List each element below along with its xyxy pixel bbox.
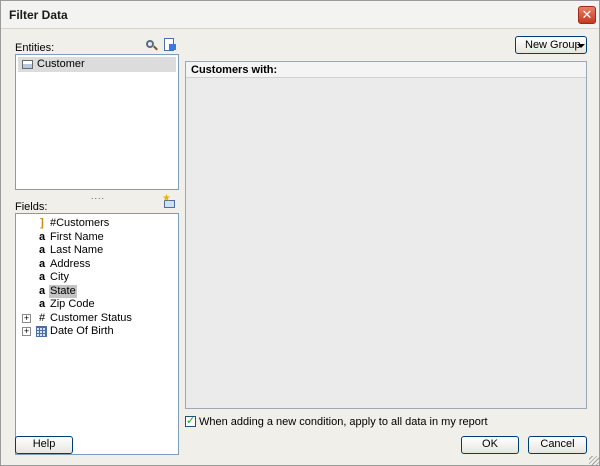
date-field-icon: [36, 326, 47, 337]
table-icon: [22, 60, 33, 69]
fields-tree[interactable]: ] #Customers a First Name a Last Name a …: [15, 213, 179, 455]
expand-icon[interactable]: +: [22, 313, 31, 323]
tree-item-city[interactable]: a City: [16, 271, 176, 284]
resize-grip-icon[interactable]: [589, 456, 599, 466]
tree-item-customer-status[interactable]: + # Customer Status: [16, 312, 176, 325]
filter-data-dialog: Filter Data ✕ Entities: Customer .... Fi…: [0, 0, 600, 466]
text-field-icon: a: [38, 284, 46, 297]
tree-item-address[interactable]: a Address: [16, 258, 176, 271]
tree-item-label: Last Name: [50, 244, 104, 256]
tree-item-label: Zip Code: [50, 298, 95, 310]
tree-item-first-name[interactable]: a First Name: [16, 231, 176, 244]
add-field-icon[interactable]: ★: [162, 193, 176, 210]
search-icon[interactable]: [145, 39, 159, 53]
new-group-button[interactable]: New Group: [515, 36, 587, 54]
tree-item-zip-code[interactable]: a Zip Code: [16, 298, 176, 311]
text-field-icon: a: [38, 298, 46, 310]
apply-all-checkbox[interactable]: ✓: [185, 415, 196, 427]
text-field-icon: a: [38, 244, 46, 256]
list-item-customer[interactable]: Customer: [18, 57, 176, 72]
conditions-header: Customers with:: [186, 62, 586, 78]
conditions-panel[interactable]: Customers with:: [185, 61, 587, 409]
tree-item-customers-count[interactable]: ] #Customers: [16, 217, 176, 230]
number-field-icon: #: [38, 311, 46, 324]
entities-label: Entities:: [15, 42, 55, 54]
tree-item-label: Address: [50, 257, 91, 270]
tree-item-label: #Customers: [50, 217, 110, 229]
conditions-header-label: Customers with:: [191, 64, 278, 76]
text-field-icon: a: [38, 271, 46, 283]
count-icon: ]: [40, 217, 44, 229]
tree-item-state[interactable]: a State: [16, 284, 176, 298]
text-field-icon: a: [38, 257, 46, 270]
new-group-label: New Group: [525, 39, 581, 51]
help-button[interactable]: Help: [15, 436, 73, 454]
close-button[interactable]: ✕: [578, 6, 596, 24]
checkmark-icon: ✓: [186, 415, 196, 427]
tree-item-label: Customer Status: [50, 311, 132, 324]
tree-item-label-selected: State: [49, 284, 77, 298]
cancel-button[interactable]: Cancel: [528, 436, 587, 454]
entity-label: Customer: [37, 58, 85, 70]
tree-item-label: First Name: [50, 230, 104, 243]
apply-all-label[interactable]: When adding a new condition, apply to al…: [199, 416, 488, 428]
dialog-title: Filter Data: [9, 8, 68, 22]
expand-icon[interactable]: +: [22, 327, 31, 336]
tree-item-last-name[interactable]: a Last Name: [16, 244, 176, 257]
title-bar[interactable]: Filter Data ✕: [1, 1, 599, 29]
splitter-handle[interactable]: ....: [91, 191, 105, 201]
tree-item-label: Date Of Birth: [50, 325, 114, 337]
text-field-icon: a: [38, 230, 46, 243]
ok-button[interactable]: OK: [461, 436, 519, 454]
tree-item-date-of-birth[interactable]: + Date Of Birth: [16, 325, 176, 338]
tree-item-label: City: [50, 271, 69, 283]
export-icon[interactable]: [163, 38, 177, 52]
entities-list[interactable]: Customer: [15, 54, 179, 190]
chevron-down-icon: [577, 44, 585, 48]
fields-label: Fields:: [15, 201, 48, 213]
